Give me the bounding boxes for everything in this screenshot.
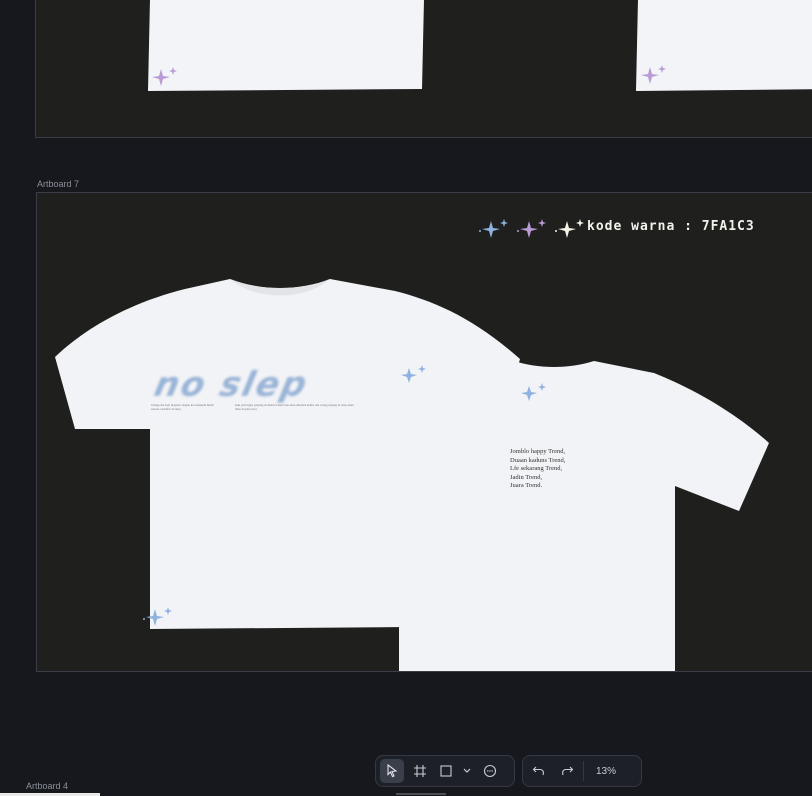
front-graphic-text: no slep [150,365,312,405]
shirt-top-left [146,0,428,91]
tools-toolbar [375,755,515,787]
back-print-line: Jomblo happy Trend, [510,448,566,455]
sparkle-blue-icon [479,219,508,238]
sparkle-purple-icon [517,219,546,238]
back-print-line: Duaan kaduns Trend, [510,456,566,464]
canvas-scrollbar[interactable] [396,793,446,795]
sparkle-back-neck [519,383,549,403]
artboard-label-7[interactable]: Artboard 7 [37,179,79,189]
undo-button[interactable] [527,759,551,783]
chevron-down-icon [463,768,471,773]
undo-icon [532,766,544,776]
front-caption-left: Tanaga mu bayi maganto tangan ku setumpu… [151,403,214,411]
front-caption-right: kaki jadi bagus panjang di dalam si kayu… [235,403,354,411]
redo-icon [562,766,574,776]
comment-icon [483,764,497,778]
sparkle-cream-icon [555,219,584,238]
comment-tool-button[interactable] [478,759,502,783]
color-code-label: kode warna : 7FA1C3 [587,219,755,234]
sparkle-top-right [640,65,668,85]
sparkle-front-hem [141,605,175,627]
zoom-level[interactable]: 13% [583,761,628,781]
frame-tool-button[interactable] [408,759,432,783]
artboard-7[interactable]: kode warna : 7FA1C3 no slep Tanaga mu ba… [36,192,812,672]
shirt-back [399,361,771,671]
pointer-icon [387,764,398,778]
artboard-top[interactable] [35,0,812,138]
history-toolbar: 13% [522,755,642,787]
back-print-line: Lfe sekarang Trend, [510,465,563,472]
redo-button[interactable] [555,759,579,783]
frame-icon [414,765,426,777]
rectangle-icon [440,765,452,777]
pointer-tool-button[interactable] [380,759,404,783]
shape-dropdown-button[interactable] [460,759,474,783]
artboard-label-4[interactable]: Artboard 4 [26,781,68,791]
sparkle-row [477,217,587,239]
rectangle-tool-button[interactable] [436,759,456,783]
back-print-line: Juara Trend. [510,482,543,489]
sparkle-top-left [151,67,179,87]
back-print-text: Jomblo happy Trend, Duaan kaduns Trend, … [510,448,565,491]
back-print-line: Jadin Trend, [510,473,543,481]
